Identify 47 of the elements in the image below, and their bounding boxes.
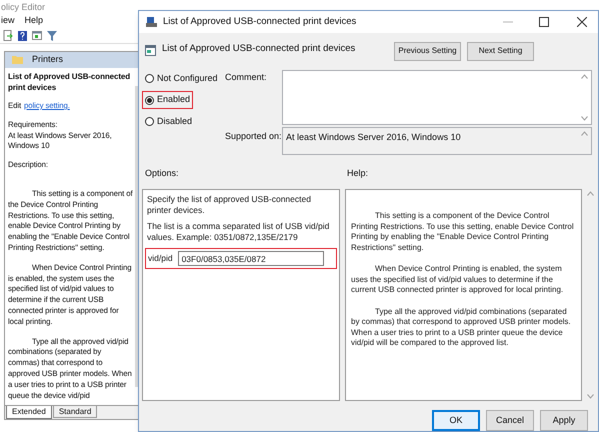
help-icon[interactable] [18, 30, 27, 40]
menu-item[interactable]: iew [1, 14, 15, 28]
scroll-down-icon[interactable] [581, 116, 588, 121]
nav-button[interactable]: Previous Setting [394, 42, 461, 61]
help-text: When Device Control Printing is enabled, the system uses the specified list of vid/pid values to determine if the current USB connected printer is approved for local printing. [351, 264, 564, 296]
dialog-button[interactable]: OK [432, 410, 480, 431]
comment-label: Comment: [225, 70, 268, 84]
supported-field: At least Windows Server 2016, Windows 10 [282, 126, 592, 155]
folder-icon [12, 56, 23, 64]
vid-pid-field[interactable]: 03F0/0853,035E/0872 [178, 251, 324, 266]
field-label: vid/pid [148, 253, 173, 264]
maximize-icon[interactable] [539, 16, 549, 27]
folder-name: Printers [32, 53, 64, 66]
setting-icon [145, 44, 156, 56]
options-text: Specify the list of approved USB-connected printer devices. [147, 194, 312, 216]
setting-heading: List of Approved USB-connected print devices [8, 71, 132, 93]
options-label: Options: [144, 166, 180, 180]
scroll-up-icon[interactable] [587, 191, 594, 196]
scroll-up-icon[interactable] [581, 74, 588, 79]
supported-label: Supported on: [225, 130, 282, 143]
app-icon [146, 16, 157, 27]
dialog-button[interactable]: Cancel [486, 410, 534, 431]
filter-icon[interactable] [47, 30, 57, 40]
window-title: olicy Editor [0, 1, 46, 14]
dialog-title: List of Approved USB-connected print devices [163, 14, 358, 29]
nav-button[interactable]: Next Setting [467, 42, 534, 61]
help-text: This setting is a component of the Device Control Printing Restrictions. To use this setting, enable Device Control Printing by enabling the "Enable Device Control Printing Restrictions" setting. [351, 211, 575, 254]
menu-item[interactable]: Help [24, 14, 44, 28]
export-icon[interactable] [3, 30, 13, 41]
radio-button[interactable] [145, 96, 154, 105]
radio-option[interactable]: Not Configured [145, 70, 218, 88]
setting-name: List of Approved USB-connected print devices [162, 42, 356, 56]
comment-field[interactable] [282, 70, 592, 125]
pane-tab[interactable]: Standard [52, 406, 98, 418]
scroll-down-icon[interactable] [587, 394, 594, 399]
radio-button[interactable] [145, 117, 154, 126]
help-text: Type all the approved vid/pid combinations (separated by commas) that correspond to approved USB printer models. When a user tries to print to a USB printer queue the device vid/pid will be compared to the approved list. [351, 306, 572, 349]
options-text: The list is a comma separated list of USB vid/pid values. Example: 0351/0872,135E/2179 [147, 221, 330, 244]
help-label: Help: [347, 166, 368, 180]
scroll-up-icon[interactable] [581, 130, 588, 136]
dialog-button[interactable]: Apply [540, 410, 588, 431]
radio-button[interactable] [145, 74, 154, 84]
pane-tab[interactable]: Extended [6, 406, 52, 419]
close-icon[interactable] [577, 16, 587, 27]
radio-option[interactable]: Enabled [142, 91, 194, 109]
window-icon[interactable] [32, 31, 42, 40]
radio-option[interactable]: Disabled [145, 112, 192, 130]
